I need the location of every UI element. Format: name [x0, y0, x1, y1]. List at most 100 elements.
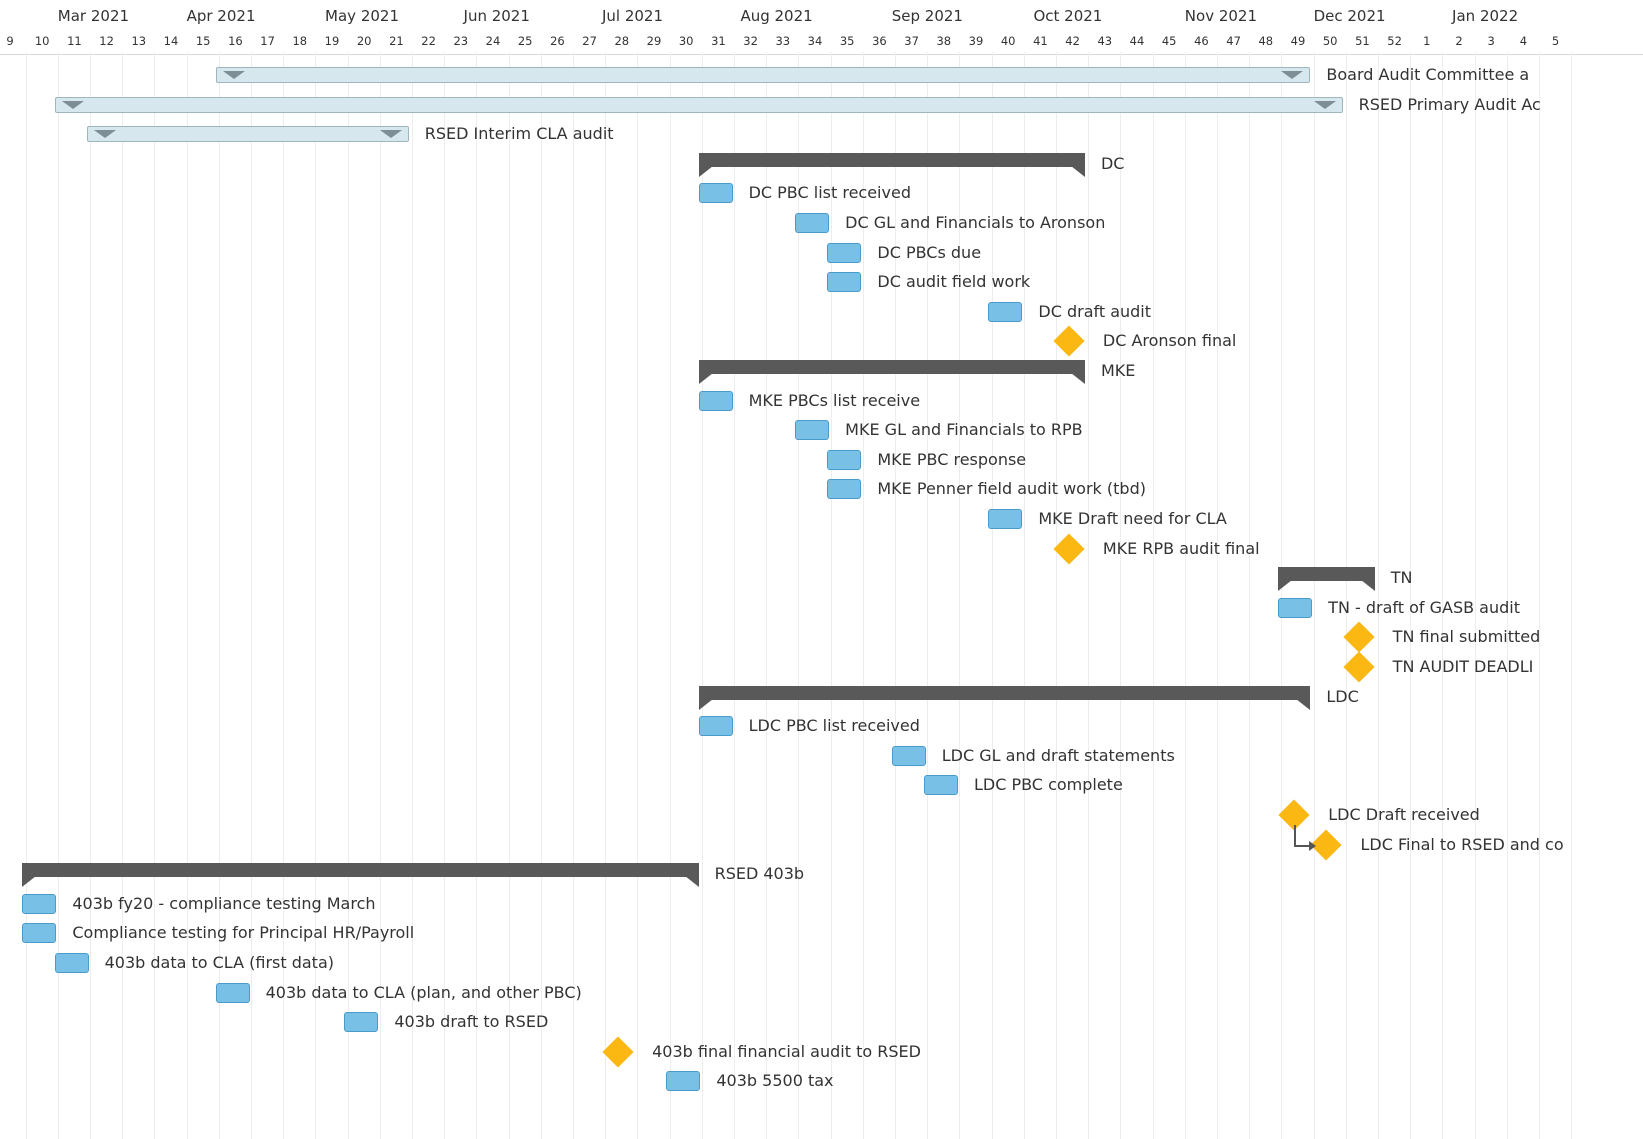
- task-bar[interactable]: [344, 1012, 379, 1033]
- milestone-diamond[interactable]: [602, 1036, 634, 1068]
- task-bar[interactable]: [795, 213, 830, 233]
- week-number: 10: [34, 34, 50, 48]
- task-bar[interactable]: [22, 923, 57, 944]
- group-bar[interactable]: [698, 685, 1311, 710]
- gridline: [57, 52, 59, 1139]
- gridline: [154, 52, 156, 1139]
- gridline: [1281, 52, 1283, 1139]
- week-number: 19: [324, 34, 340, 48]
- week-number: 24: [485, 34, 501, 48]
- gridline: [283, 52, 285, 1139]
- summary-bar[interactable]: [54, 96, 1343, 113]
- summary-bar[interactable]: [86, 126, 409, 143]
- week-number: 49: [1290, 34, 1306, 48]
- week-number: 12: [99, 34, 114, 48]
- month-label: Nov 2021: [1184, 7, 1258, 25]
- month-label: Jun 2021: [463, 7, 530, 25]
- gridline: [25, 52, 27, 1139]
- row-label: DC Aronson final: [1102, 331, 1237, 351]
- task-bar[interactable]: [698, 716, 733, 737]
- collapse-caret-icon[interactable]: [379, 130, 402, 139]
- task-bar[interactable]: [827, 242, 862, 263]
- collapse-caret-icon[interactable]: [93, 130, 116, 139]
- week-number: 35: [839, 34, 855, 48]
- collapse-caret-icon[interactable]: [1313, 100, 1336, 109]
- group-bar-part: [22, 876, 37, 888]
- task-bar[interactable]: [795, 420, 830, 441]
- task-bar[interactable]: [827, 479, 862, 500]
- group-bar-part: [1278, 580, 1293, 592]
- row-label: DC GL and Financials to Aronson: [845, 213, 1106, 232]
- task-bar[interactable]: [988, 509, 1023, 529]
- group-bar[interactable]: [1278, 567, 1375, 592]
- week-number: 51: [1355, 34, 1370, 48]
- gridline: [573, 52, 574, 1139]
- group-bar[interactable]: [22, 863, 699, 888]
- week-number: 48: [1258, 34, 1274, 48]
- gridline: [251, 52, 252, 1139]
- row-label: LDC Draft received: [1328, 805, 1480, 824]
- dependency-arrow-icon: [1309, 840, 1317, 851]
- row-label: DC audit field work: [877, 272, 1031, 292]
- milestone-diamond[interactable]: [1053, 533, 1085, 565]
- milestone-diamond[interactable]: [1343, 621, 1375, 653]
- row-label: LDC Final to RSED and co: [1360, 834, 1564, 854]
- group-bar[interactable]: [698, 360, 1085, 384]
- task-bar[interactable]: [54, 953, 89, 973]
- group-bar-part: [1070, 165, 1085, 177]
- month-label: May 2021: [325, 7, 399, 25]
- week-number: 37: [904, 34, 919, 48]
- gridline: [315, 52, 317, 1139]
- row-label: 403b 5500 tax: [716, 1071, 834, 1091]
- task-bar[interactable]: [22, 893, 57, 914]
- row-label: DC PBC list received: [748, 183, 911, 203]
- row-label: TN AUDIT DEADLI: [1392, 657, 1534, 676]
- task-bar[interactable]: [923, 775, 958, 796]
- task-bar[interactable]: [666, 1071, 701, 1092]
- milestone-diamond[interactable]: [1343, 651, 1375, 683]
- task-bar[interactable]: [827, 272, 862, 293]
- row-label: DC PBCs due: [877, 242, 982, 262]
- gridline: [1152, 52, 1154, 1139]
- summary-bar[interactable]: [215, 67, 1311, 83]
- header-divider: [0, 54, 1643, 55]
- collapse-caret-icon[interactable]: [1281, 71, 1304, 79]
- task-bar[interactable]: [988, 301, 1023, 322]
- week-number: 40: [1000, 34, 1016, 48]
- group-bar-part: [698, 360, 1085, 374]
- gridline: [540, 52, 542, 1139]
- row-label: Board Audit Committee a: [1326, 65, 1530, 84]
- group-bar-part: [1296, 698, 1311, 710]
- row-label: 403b data to CLA (first data): [104, 953, 334, 972]
- row-label: 403b fy20 - compliance testing March: [72, 893, 376, 913]
- task-bar[interactable]: [215, 982, 250, 1003]
- row-label: LDC GL and draft statements: [941, 745, 1175, 765]
- task-bar[interactable]: [698, 183, 733, 204]
- collapse-caret-icon[interactable]: [222, 71, 245, 79]
- row-label: MKE: [1100, 361, 1136, 380]
- collapse-caret-icon[interactable]: [61, 100, 84, 109]
- row-label: RSED Interim CLA audit: [424, 124, 614, 144]
- row-label: MKE Penner field audit work (tbd): [877, 479, 1146, 499]
- gridline: [605, 52, 607, 1139]
- group-bar[interactable]: [698, 152, 1085, 177]
- week-number: 2: [1455, 34, 1463, 48]
- task-bar[interactable]: [698, 390, 733, 411]
- week-number: 44: [1129, 34, 1145, 48]
- row-label: RSED Primary Audit Ac: [1358, 94, 1541, 114]
- month-label: Oct 2021: [1033, 7, 1103, 25]
- milestone-diamond[interactable]: [1053, 325, 1085, 357]
- week-number: 27: [582, 34, 597, 48]
- month-label: Mar 2021: [57, 7, 130, 25]
- week-number: 39: [968, 34, 984, 48]
- gridline: [1442, 52, 1444, 1139]
- task-bar[interactable]: [1278, 597, 1313, 618]
- group-bar-part: [698, 373, 713, 384]
- gridline: [734, 52, 735, 1139]
- task-bar[interactable]: [827, 449, 862, 470]
- task-bar[interactable]: [891, 745, 926, 766]
- group-bar-part: [1278, 567, 1375, 582]
- gridline: [1345, 52, 1347, 1139]
- gridline: [1120, 52, 1122, 1139]
- week-number: 9: [6, 34, 14, 48]
